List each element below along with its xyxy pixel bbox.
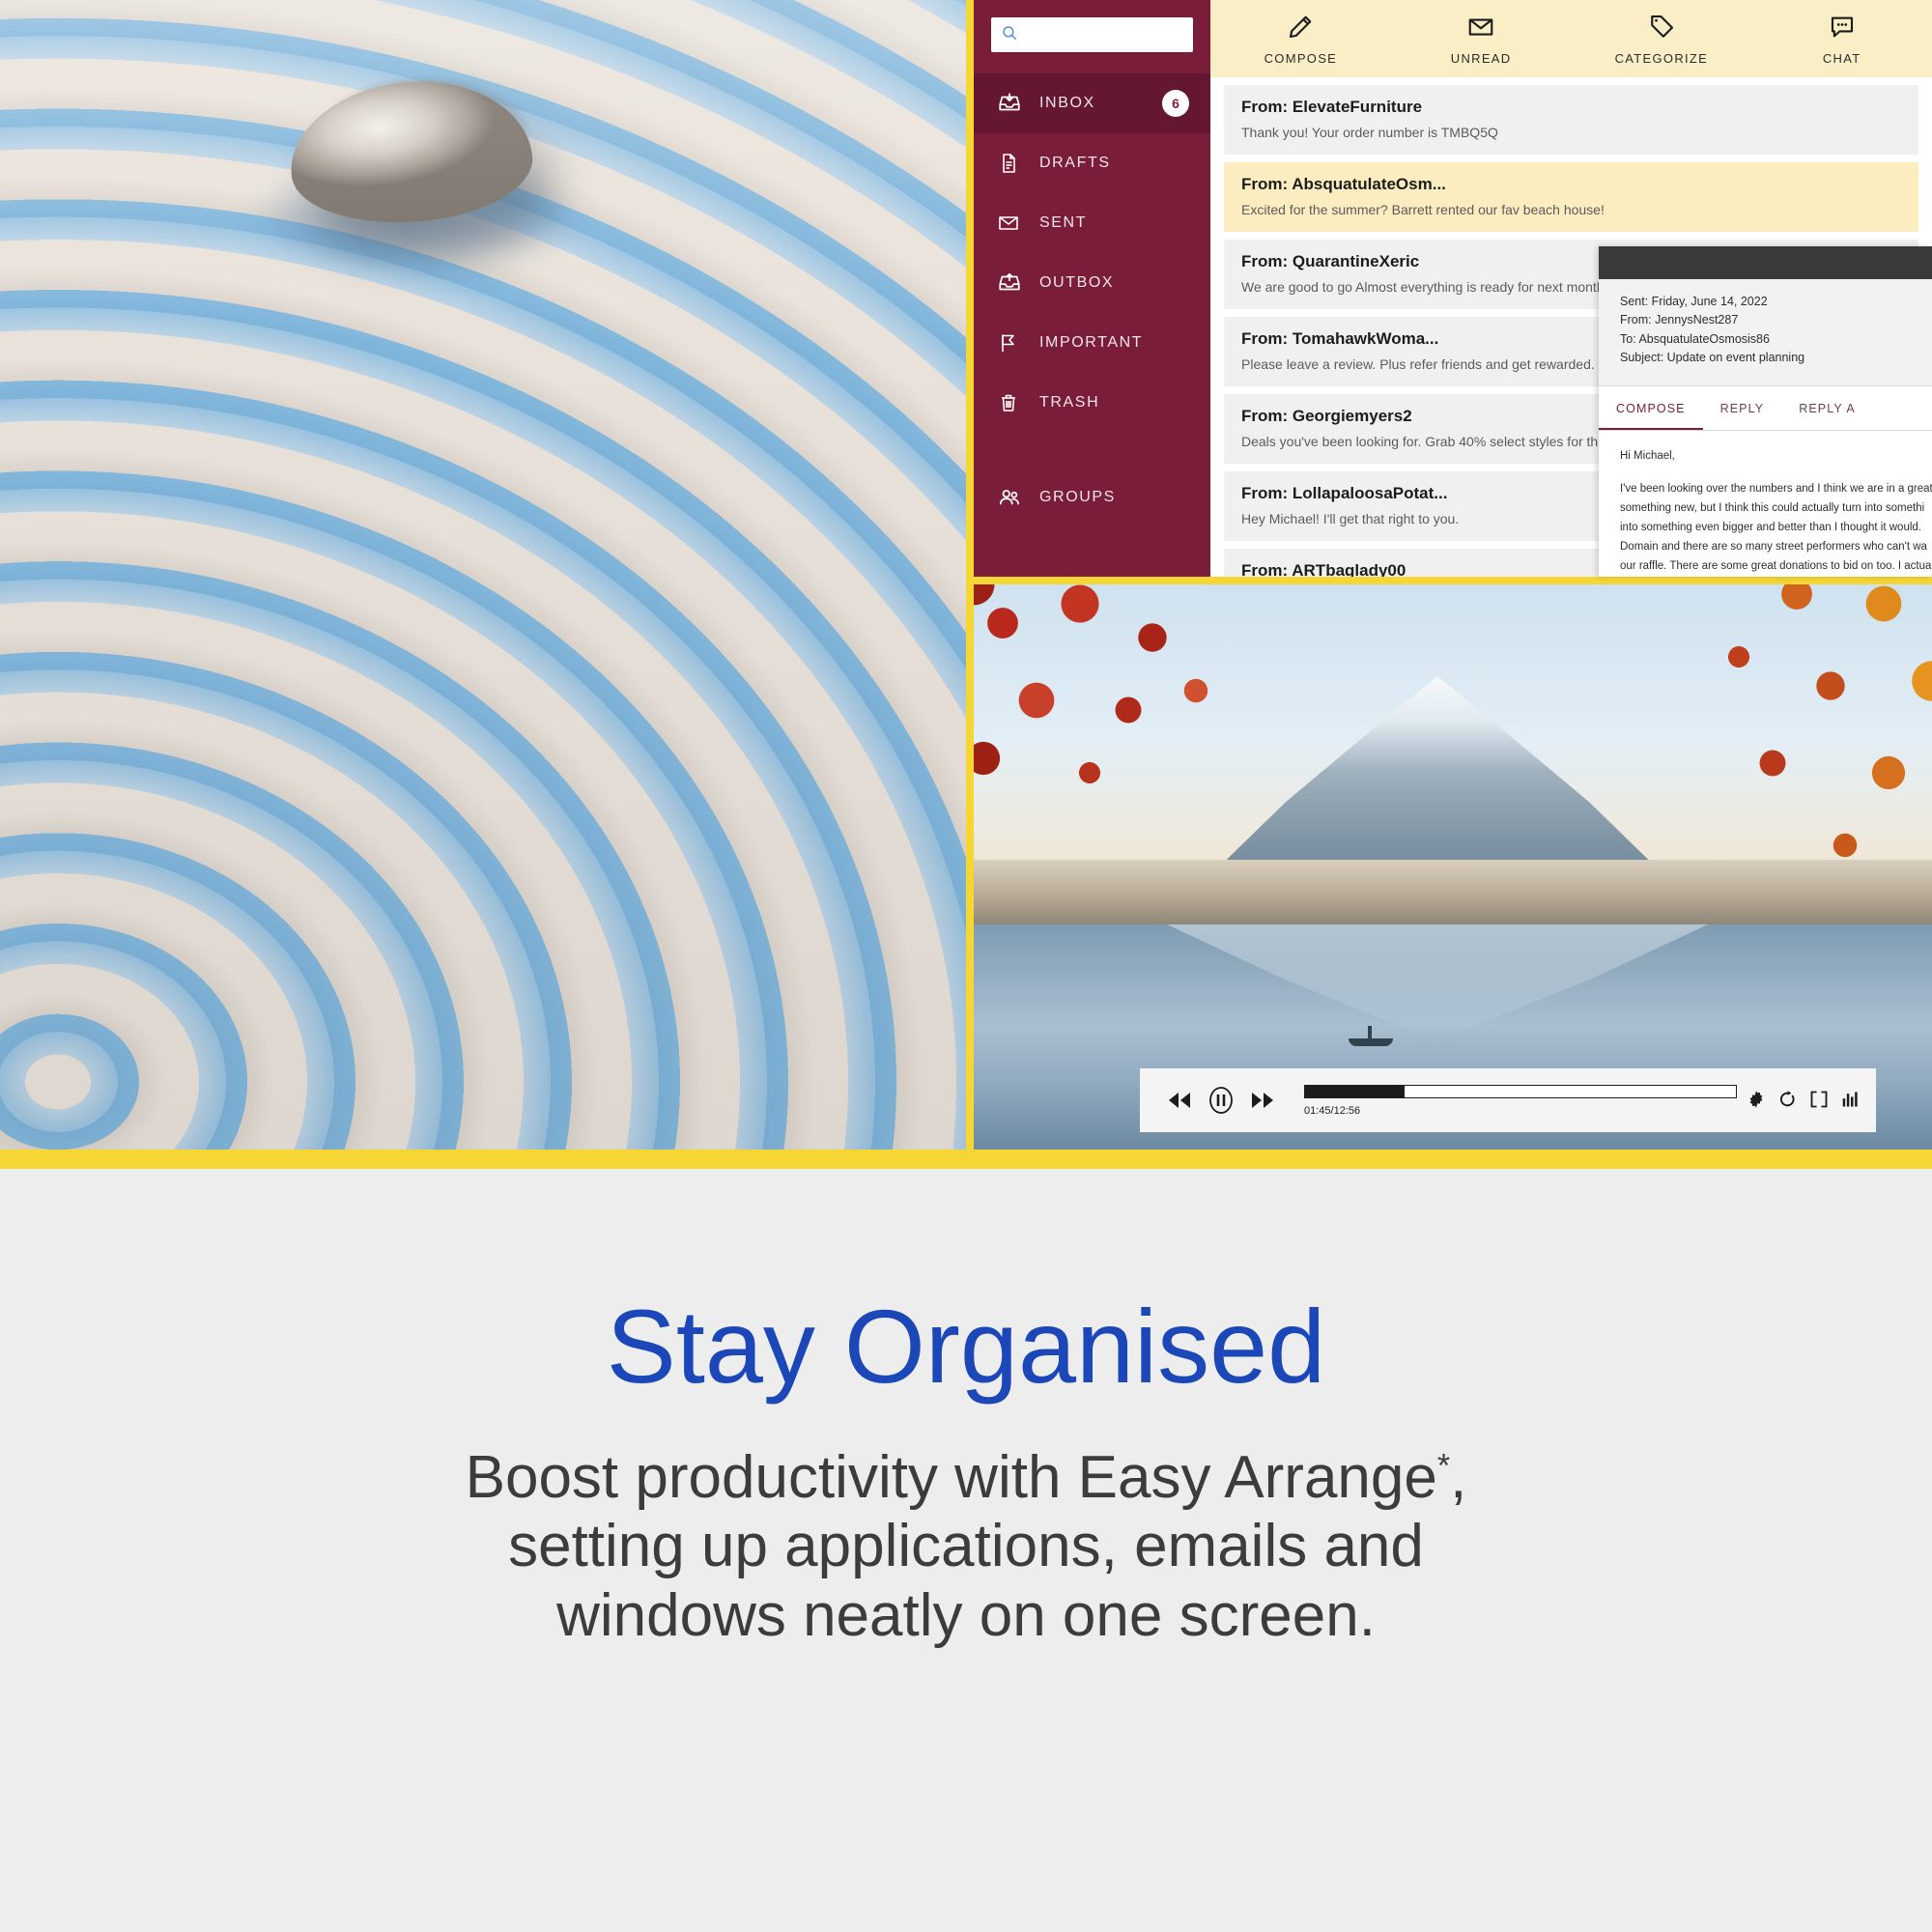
- toolbar-label: COMPOSE: [1264, 50, 1338, 66]
- email-paragraph-line: I've been looking over the numbers and I…: [1620, 482, 1932, 495]
- email-sent-date: Sent: Friday, June 14, 2022: [1620, 295, 1768, 308]
- zen-garden-wallpaper: [0, 0, 966, 1150]
- sidebar-item-drafts[interactable]: DRAFTS: [974, 133, 1210, 193]
- inbox-unread-badge: 6: [1162, 90, 1189, 117]
- sidebar-item-important[interactable]: IMPORTANT: [974, 313, 1210, 373]
- tab-compose[interactable]: COMPOSE: [1599, 386, 1703, 430]
- search-box[interactable]: [991, 17, 1205, 52]
- progress-fill: [1305, 1085, 1405, 1097]
- detail-title-bar[interactable]: [1599, 246, 1932, 279]
- video-player-window: 01:45/12:56: [974, 584, 1932, 1150]
- video-scrubber[interactable]: [1304, 1084, 1737, 1098]
- chat-button[interactable]: CHAT: [1751, 13, 1932, 66]
- loop-icon[interactable]: [1778, 1090, 1797, 1109]
- list-item[interactable]: From: ElevateFurniture Thank you! Your o…: [1224, 85, 1918, 155]
- time-display: 01:45/12:56: [1304, 1104, 1361, 1117]
- transport-controls: [1155, 1084, 1294, 1117]
- gear-icon[interactable]: [1747, 1090, 1766, 1109]
- sidebar-item-trash[interactable]: TRASH: [974, 373, 1210, 433]
- subtitle-line-3: windows neatly on one screen.: [556, 1581, 1376, 1649]
- message-preview: Excited for the summer? Barrett rented o…: [1241, 202, 1605, 217]
- people-icon: [997, 485, 1039, 510]
- rewind-button[interactable]: [1167, 1091, 1192, 1110]
- product-screen-composite: INBOX 6 DRAFTS SENT OUTBOX IMPORTANT TRA…: [0, 0, 1932, 1169]
- footnote-marker: *: [1436, 1447, 1451, 1485]
- email-paragraph-line: into something even bigger and better th…: [1620, 521, 1921, 533]
- fast-forward-button[interactable]: [1250, 1091, 1275, 1110]
- email-paragraph-line: something new, but I think this could ac…: [1620, 501, 1925, 514]
- categorize-button[interactable]: CATEGORIZE: [1572, 13, 1752, 66]
- email-greeting: Hi Michael,: [1620, 449, 1675, 462]
- email-body: Hi Michael, I've been looking over the n…: [1599, 431, 1932, 578]
- mail-sidebar: INBOX 6 DRAFTS SENT OUTBOX IMPORTANT TRA…: [974, 0, 1210, 577]
- progress-area: 01:45/12:56: [1294, 1084, 1747, 1117]
- marketing-copy-section: Stay Organised Boost productivity with E…: [0, 1169, 1932, 1932]
- sidebar-item-label: INBOX: [1039, 95, 1095, 111]
- mail-toolbar: COMPOSE UNREAD CATEGORIZE CHAT: [1210, 0, 1932, 77]
- autumn-leaves-right: [1555, 584, 1932, 942]
- equalizer-icon[interactable]: [1841, 1090, 1861, 1109]
- list-item[interactable]: From: AbsquatulateOsm... Excited for the…: [1224, 162, 1918, 232]
- message-preview: Thank you! Your order number is TMBQ5Q: [1241, 125, 1498, 140]
- email-from: From: JennysNest287: [1620, 313, 1739, 327]
- sidebar-item-label: OUTBOX: [1039, 274, 1115, 291]
- trash-icon: [997, 391, 1039, 414]
- email-to: To: AbsquatulateOsmosis86: [1620, 331, 1770, 346]
- subtitle-line-1: Boost productivity with Easy Arrange*,: [338, 1443, 1594, 1512]
- search-icon: [1001, 24, 1018, 46]
- email-detail-window: Sent: Friday, June 14, 2022 From: Jennys…: [1599, 246, 1932, 577]
- boat: [1349, 1026, 1393, 1046]
- pause-button[interactable]: [1205, 1084, 1237, 1117]
- toolbar-label: CHAT: [1822, 50, 1861, 66]
- tab-reply[interactable]: REPLY: [1703, 386, 1782, 430]
- video-controls-bar: 01:45/12:56: [1140, 1068, 1876, 1132]
- sidebar-item-outbox[interactable]: OUTBOX: [974, 253, 1210, 313]
- toolbar-label: UNREAD: [1450, 50, 1512, 66]
- tab-reply-all[interactable]: REPLY A: [1781, 386, 1873, 430]
- sidebar-item-sent[interactable]: SENT: [974, 193, 1210, 253]
- chat-bubble-icon: [1828, 13, 1857, 44]
- page-title: Stay Organised: [606, 1288, 1326, 1405]
- detail-tab-bar: COMPOSE REPLY REPLY A: [1599, 385, 1932, 431]
- sidebar-item-label: IMPORTANT: [1039, 334, 1144, 351]
- unread-button[interactable]: UNREAD: [1391, 13, 1572, 66]
- page-subtitle: Boost productivity with Easy Arrange*, s…: [338, 1443, 1594, 1650]
- drafts-icon: [997, 152, 1039, 175]
- fullscreen-icon[interactable]: [1809, 1090, 1829, 1109]
- search-container: [974, 0, 1210, 52]
- subtitle-line-2: setting up applications, emails and: [508, 1513, 1424, 1580]
- email-subject: Subject: Update on event planning: [1620, 351, 1805, 365]
- message-sender: From: AbsquatulateOsm...: [1241, 175, 1446, 193]
- wallpaper-vignette: [0, 0, 966, 1150]
- sidebar-item-inbox[interactable]: INBOX 6: [974, 73, 1210, 133]
- sidebar-item-groups[interactable]: GROUPS: [974, 468, 1210, 527]
- toolbar-label: CATEGORIZE: [1614, 50, 1709, 66]
- sidebar-item-label: GROUPS: [1039, 489, 1116, 505]
- sidebar-item-label: SENT: [1039, 214, 1088, 231]
- envelope-icon: [997, 212, 1039, 235]
- compose-button[interactable]: COMPOSE: [1210, 13, 1391, 66]
- sidebar-item-label: DRAFTS: [1039, 155, 1111, 171]
- email-headers: Sent: Friday, June 14, 2022 From: Jennys…: [1599, 279, 1932, 386]
- outbox-icon: [997, 270, 1039, 296]
- autumn-leaves-left: [974, 584, 1331, 884]
- tag-icon: [1647, 13, 1676, 44]
- subtitle-comma: ,: [1450, 1444, 1467, 1511]
- sidebar-item-label: TRASH: [1039, 394, 1100, 411]
- pencil-icon: [1286, 13, 1315, 44]
- email-paragraph-line: our raffle. There are some great donatio…: [1620, 560, 1932, 573]
- flag-icon: [997, 331, 1039, 355]
- search-input[interactable]: [1026, 19, 1205, 50]
- envelope-icon: [1466, 13, 1495, 44]
- email-paragraph-line: Domain and there are so many street perf…: [1620, 541, 1927, 553]
- player-option-buttons: [1747, 1090, 1861, 1111]
- mail-folder-nav: INBOX 6 DRAFTS SENT OUTBOX IMPORTANT TRA…: [974, 73, 1210, 527]
- inbox-icon: [997, 91, 1039, 116]
- subtitle-text: Boost productivity with Easy Arrange: [465, 1444, 1437, 1511]
- message-sender: From: ElevateFurniture: [1241, 98, 1423, 116]
